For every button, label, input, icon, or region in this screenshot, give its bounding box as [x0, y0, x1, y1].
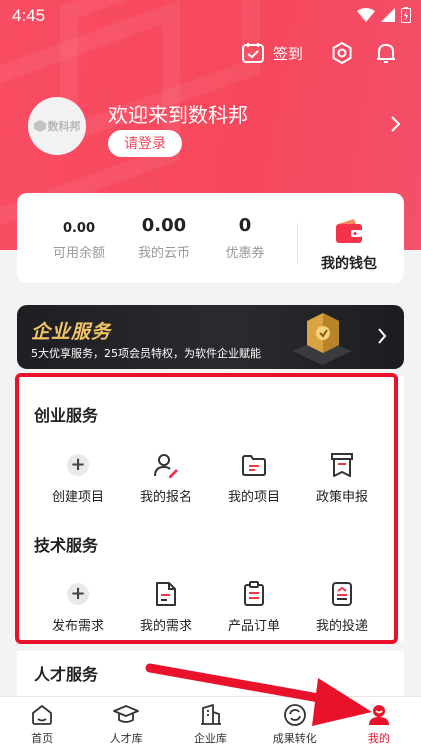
cloud-coin-stat[interactable]: 0.00 我的云币 [131, 215, 197, 261]
chevron-right-icon [378, 328, 387, 344]
login-button[interactable]: 请登录 [108, 130, 182, 157]
enterprise-service-banner[interactable]: 企业服务 5大优享服务，25项会员特权，为软件企业赋能 [17, 305, 404, 369]
publish-demand-button[interactable]: + 发布需求 [34, 579, 122, 634]
inbox-icon [332, 582, 352, 606]
graduation-cap-icon [113, 705, 140, 723]
calendar-check-icon [241, 43, 264, 63]
coupon-stat[interactable]: 0 优惠券 [220, 215, 270, 261]
tab-enterprise[interactable]: 企业库 [168, 697, 252, 750]
wallet-card: 0.00 可用余额 0.00 我的云币 0 优惠券 我的钱包 [17, 193, 404, 283]
wallet-icon [336, 219, 362, 243]
folder-icon [242, 455, 266, 476]
coupon-value: 0 [238, 215, 252, 236]
tech-services-title: 技术服务 [34, 536, 99, 555]
checkin-label: 签到 [272, 44, 303, 63]
policy-icon [331, 453, 353, 477]
tab-mine[interactable]: 我的 [337, 697, 421, 750]
product-orders-button[interactable]: 产品订单 [210, 579, 298, 634]
tab-talent-pool[interactable]: 人才库 [84, 697, 168, 750]
cloud-coin-label: 我的云币 [137, 246, 190, 261]
checkin-button[interactable]: 签到 [241, 41, 303, 65]
balance-stat[interactable]: 0.00 可用余额 [49, 215, 109, 261]
notification-button[interactable] [373, 40, 399, 66]
banner-subtitle: 5大优享服务，25项会员特权，为软件企业赋能 [31, 347, 261, 360]
top-actions: 签到 [241, 40, 399, 66]
battery-icon [401, 7, 411, 23]
user-icon [368, 705, 389, 725]
document-icon [156, 582, 176, 606]
coupon-label: 优惠券 [225, 246, 265, 261]
plus-circle-icon: + [67, 583, 89, 605]
my-wallet-button[interactable]: 我的钱包 [309, 218, 389, 273]
status-time: 4:45 [12, 6, 46, 25]
my-deliveries-button[interactable]: 我的投递 [298, 579, 386, 634]
talent-services-title: 人才服务 [34, 665, 99, 684]
bottom-tab-bar: 首页 人才库 企业库 成果转化 我的 [0, 696, 421, 750]
profile-section[interactable]: 数科邦 欢迎来到数科邦 请登录 [28, 97, 403, 157]
my-registration-button[interactable]: 我的报名 [122, 450, 210, 505]
policy-application-button[interactable]: 政策申报 [298, 450, 386, 505]
divider [297, 223, 298, 263]
avatar[interactable]: 数科邦 [28, 97, 86, 155]
startup-services-title: 创业服务 [34, 406, 99, 425]
my-projects-button[interactable]: 我的项目 [210, 450, 298, 505]
avatar-logo: 数科邦 [33, 118, 81, 134]
status-bar: 4:45 [0, 0, 421, 32]
building-icon [200, 704, 221, 725]
create-project-button[interactable]: + 创建项目 [34, 450, 122, 505]
balance-label: 可用余额 [52, 246, 105, 261]
signal-icon [381, 8, 395, 22]
settings-button[interactable] [329, 40, 355, 66]
banner-title: 企业服务 [31, 321, 112, 343]
startup-services-grid: + 创建项目 我的报名 我的项目 政策申报 [34, 450, 387, 505]
clipboard-icon [244, 581, 264, 606]
tab-achievement-transfer[interactable]: 成果转化 [253, 697, 337, 750]
wifi-icon [357, 8, 375, 22]
status-icons [357, 7, 411, 23]
balance-value: 0.00 [62, 221, 96, 236]
gear-icon [332, 42, 352, 64]
my-wallet-label: 我的钱包 [321, 256, 377, 272]
my-demands-button[interactable]: 我的需求 [122, 579, 210, 634]
user-edit-icon [154, 454, 178, 478]
home-icon [32, 705, 52, 725]
plus-circle-icon: + [67, 454, 89, 476]
chevron-right-icon[interactable] [389, 115, 403, 133]
gold-badge-illustration [292, 313, 352, 367]
tab-home[interactable]: 首页 [0, 697, 84, 750]
tech-services-grid: + 发布需求 我的需求 产品订单 我的投递 [34, 579, 387, 634]
cloud-coin-value: 0.00 [141, 215, 187, 236]
services-panel: 创业服务 + 创建项目 我的报名 我的项目 政策申报 技术服务 + 发布需求 我… [17, 376, 404, 641]
cycle-icon [283, 704, 306, 726]
bell-icon [377, 44, 395, 63]
logo-cube-icon [33, 120, 46, 132]
welcome-text: 欢迎来到数科邦 [108, 103, 248, 127]
talent-services-section: 人才服务 [17, 651, 404, 696]
